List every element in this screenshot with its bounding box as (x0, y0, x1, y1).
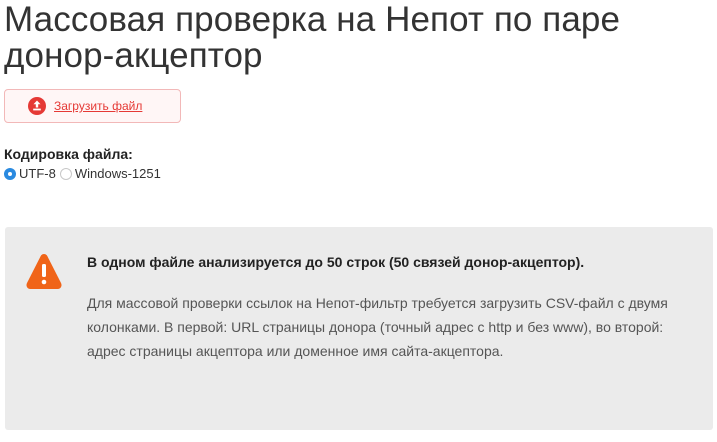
radio-windows1251[interactable] (59, 167, 72, 180)
encoding-option-label: Windows-1251 (74, 166, 161, 181)
upload-file-button[interactable]: Загрузить файл (4, 89, 181, 123)
page-title: Массовая проверка на Непот по паре донор… (4, 0, 621, 75)
notice-box: В одном файле анализируется до 50 строк … (5, 227, 713, 430)
upload-file-label[interactable]: Загрузить файл (54, 99, 142, 113)
radio-utf8[interactable] (4, 167, 16, 180)
encoding-option-utf8[interactable]: UTF-8 (4, 166, 56, 181)
upload-icon (27, 96, 47, 116)
encoding-title: Кодировка файла: (4, 146, 133, 162)
notice-heading: В одном файле анализируется до 50 строк … (87, 254, 585, 270)
warning-icon (25, 252, 63, 292)
encoding-radio-group: UTF-8 Windows-1251 (4, 166, 165, 181)
notice-text: Для массовой проверки ссылок на Непот-фи… (87, 295, 668, 359)
encoding-option-windows1251[interactable]: Windows-1251 (59, 166, 161, 181)
encoding-option-label: UTF-8 (19, 166, 56, 181)
